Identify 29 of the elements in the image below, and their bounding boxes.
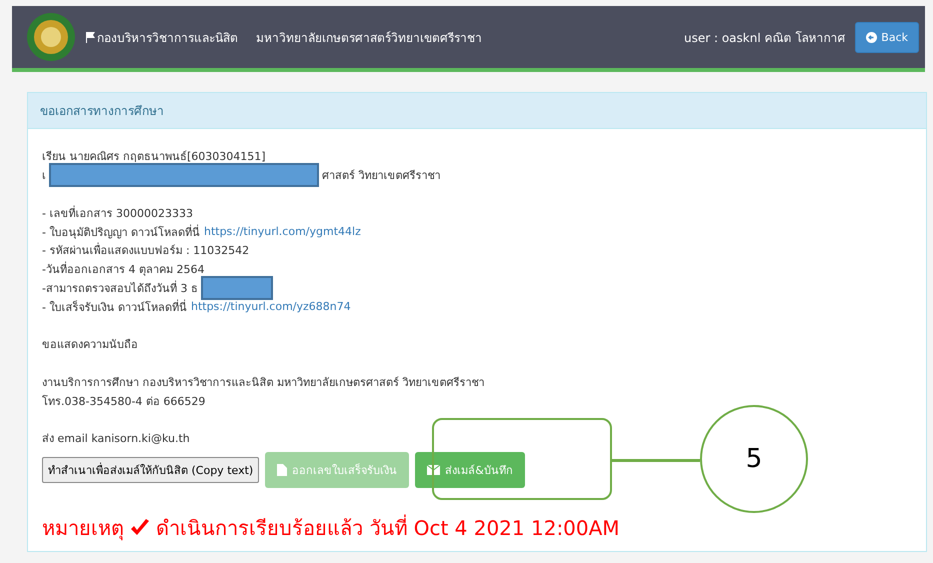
letter-line: งานบริการการศึกษา กองบริหารวิชาการและนิสิต มหาวิทยาลัยเกษตรศาสตร์ วิทยาเขตศรีราชา <box>42 374 484 391</box>
send-mail-button[interactable]: ส่งเมล์&บันทึก <box>415 452 525 488</box>
letter-line: เ <box>42 168 46 184</box>
emblem-logo <box>26 12 76 62</box>
download-link[interactable]: https://tinyurl.com/yz688n74 <box>190 300 351 314</box>
letter-line: ส่ง email kanisorn.ki@ku.th <box>42 431 190 448</box>
letter-line: โทร.038-354580-4 ต่อ 666529 <box>42 394 206 410</box>
back-arrow-icon <box>866 32 878 42</box>
letter-line: ขอแสดงความนับถือ <box>42 337 138 354</box>
user-label: user : oasknl คณิต โลหากาศ <box>684 30 846 46</box>
copy-text-button[interactable]: ทำสำเนาเพื่อส่งเมล์ให้กับนิสิต (Copy text) <box>42 456 260 483</box>
letter-line: -สามารถตรวจสอบได้ถึงวันที่ 3 ธ <box>42 280 198 297</box>
check-icon <box>130 518 150 537</box>
letter-line: - ใบเสร็จรับเงิน ดาวน์โหลดที่นี่ <box>42 298 187 316</box>
letter-line: - รหัสผ่านเพื่อแสดงแบบฟอร์ม : 11032542 <box>42 242 250 260</box>
panel-title: ขอเอกสารทางการศึกษา <box>28 93 926 129</box>
letter-line: - เลขที่เอกสาร 30000023333 <box>42 204 193 222</box>
site-title: กองบริหารวิชาการและนิสิต <box>86 28 238 46</box>
download-link[interactable]: https://tinyurl.com/ygmt44lz <box>204 225 361 238</box>
document-icon <box>277 464 288 476</box>
letter-line: เรียน นายคณิศร กฤตธนาพนธ์[6030304151] <box>42 149 266 166</box>
flag-icon <box>86 32 95 42</box>
letter-line: ศาสตร์ วิทยาเขตศรีราชา <box>322 168 440 184</box>
note-label: หมายเหตุ <box>42 514 124 542</box>
note-text: ดำเนินการเรียบร้อยแล้ว วันที่ Oct 4 2021 12:00AM <box>156 514 620 542</box>
university-name: มหาวิทยาลัยเกษตรศาสตร์วิทยาเขตศรีราชา <box>256 30 482 46</box>
back-button[interactable]: Back <box>855 22 919 52</box>
letter-line: -วันที่ออกเอกสาร 4 ตุลาคม 2564 <box>42 260 204 278</box>
letter-line: - ใบอนุมัติปริญญา ดาวน์โหลดที่นี่ <box>42 224 200 241</box>
